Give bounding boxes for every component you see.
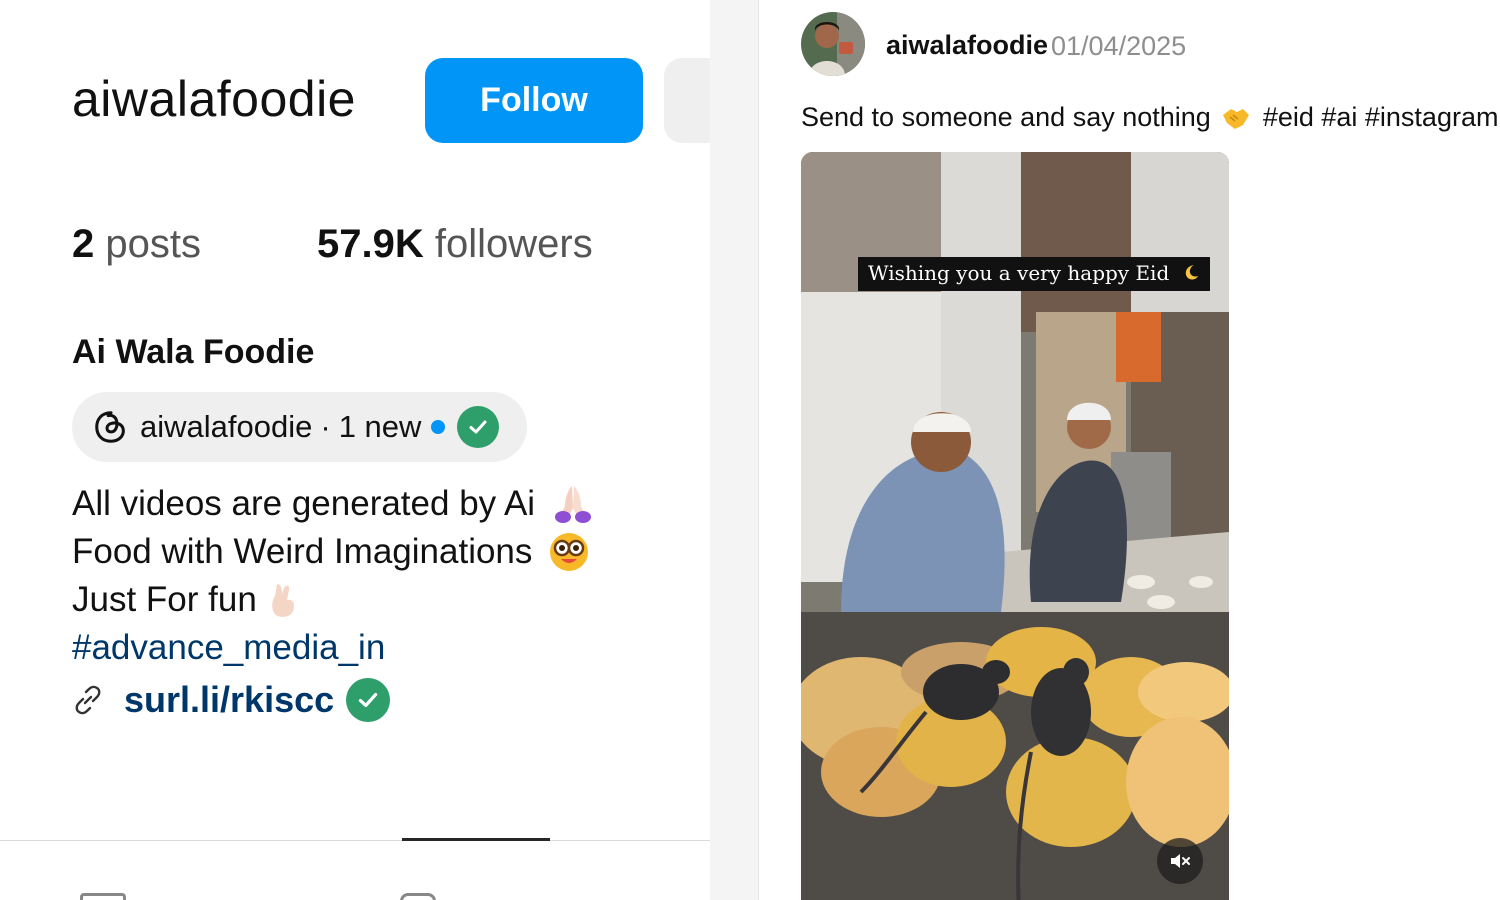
threads-handle: aiwalafoodie	[140, 409, 313, 444]
profile-full-name: Ai Wala Foodie	[72, 333, 315, 371]
post-video[interactable]: Wishing you a very happy Eid	[801, 152, 1229, 900]
posts-count: 2	[72, 222, 95, 266]
profile-bio: All videos are generated by Ai Food with…	[72, 480, 595, 724]
message-button[interactable]	[664, 58, 710, 143]
followers-stat[interactable]: 57.9K followers	[317, 222, 593, 267]
threads-separator: ·	[320, 409, 331, 444]
crossed-fingers-emoji-icon	[271, 584, 294, 617]
tab-reels-icon[interactable]	[400, 893, 436, 900]
post-panel: aiwalafoodie 01/04/2025 Send to someone …	[759, 0, 1500, 900]
handshake-emoji-icon	[1222, 108, 1249, 129]
posts-stat[interactable]: 2 posts	[72, 222, 201, 266]
crescent-moon-icon	[1180, 262, 1200, 287]
avatar[interactable]	[801, 12, 865, 76]
follow-button[interactable]: Follow	[425, 58, 643, 143]
bio-line-text: All videos are generated by Ai	[72, 484, 536, 523]
profile-username: aiwalafoodie	[72, 71, 356, 127]
bio-line: Food with Weird Imaginations	[72, 528, 595, 576]
followers-label: followers	[434, 222, 593, 266]
overlay-text-content: Wishing you a very happy Eid	[868, 261, 1170, 285]
profile-stats: 2 posts 57.9K followers	[72, 222, 593, 267]
praying-hands-emoji-icon	[555, 486, 592, 523]
post-caption: Send to someone and say nothing #eid #ai…	[801, 102, 1500, 133]
caption-text: Send to someone and say nothing	[801, 102, 1211, 132]
profile-link[interactable]: surl.li/rkiscc	[72, 676, 595, 724]
tab-posts-icon[interactable]	[80, 893, 126, 900]
tabs-divider	[0, 840, 710, 841]
caption-hashtags[interactable]: #eid #ai #instagramr	[1263, 102, 1500, 133]
link-icon	[75, 685, 101, 715]
threads-icon	[95, 411, 125, 443]
link-text[interactable]: surl.li/rkiscc	[124, 676, 334, 724]
followers-count: 57.9K	[317, 222, 424, 266]
bio-line-text: Just For fun	[72, 580, 257, 619]
threads-new-count: 1 new	[338, 409, 422, 444]
verified-check-icon	[346, 678, 391, 722]
bio-line: All videos are generated by Ai	[72, 480, 595, 528]
profile-panel: aiwalafoodie Follow 2 posts 57.9K follow…	[0, 0, 710, 900]
posts-label: posts	[105, 222, 201, 266]
bio-hashtag[interactable]: #advance_media_in	[72, 624, 595, 672]
mute-button[interactable]	[1157, 838, 1203, 884]
muted-speaker-icon	[1171, 854, 1190, 868]
new-indicator-dot	[431, 420, 446, 434]
post-username[interactable]: aiwalafoodie	[886, 30, 1048, 61]
bio-line-text: Food with Weird Imaginations	[72, 532, 533, 571]
active-tab-indicator	[402, 838, 550, 841]
panel-gap	[710, 0, 758, 900]
verified-check-icon	[457, 406, 500, 448]
video-overlay-text: Wishing you a very happy Eid	[858, 257, 1210, 291]
bio-line: Just For fun	[72, 576, 595, 624]
post-date: 01/04/2025	[1051, 31, 1187, 61]
threads-badge[interactable]: aiwalafoodie · 1 new	[72, 392, 527, 462]
nerd-face-emoji-icon	[550, 533, 589, 571]
